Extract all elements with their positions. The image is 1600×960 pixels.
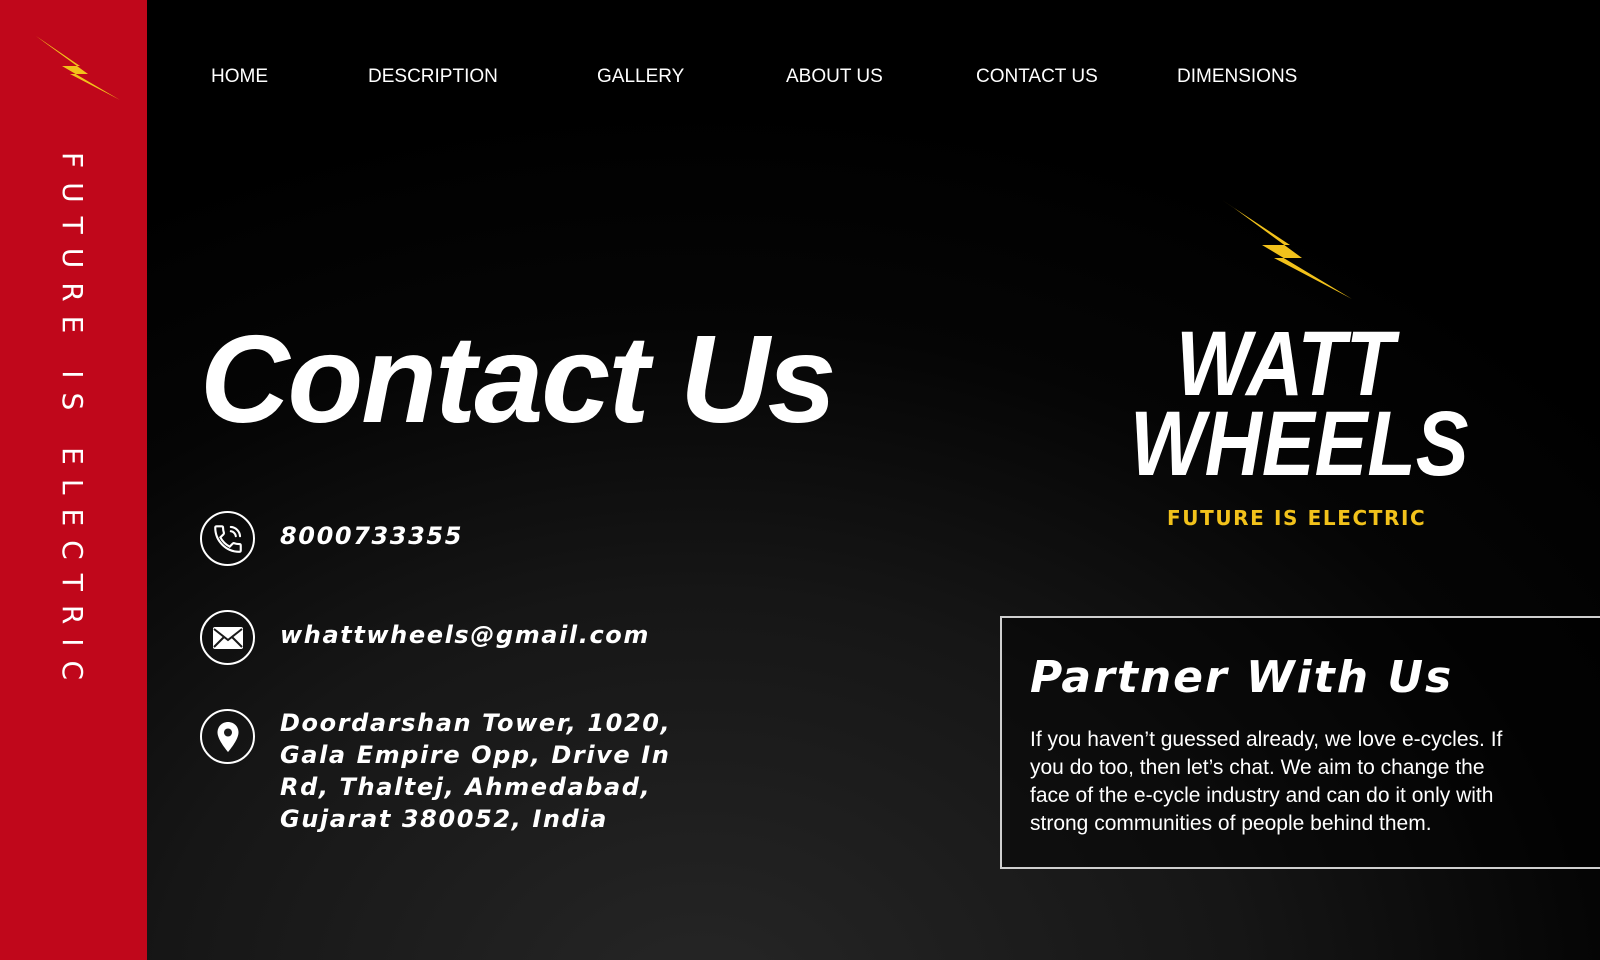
address-line: Doordarshan Tower, 1020, (280, 709, 672, 737)
nav-home[interactable]: HOME (211, 66, 268, 88)
nav-dimensions[interactable]: DIMENSIONS (1177, 66, 1297, 88)
sidebar: FUTURE IS ELECTRIC (0, 0, 147, 960)
lightning-bolt-icon (36, 36, 120, 100)
address-block: Doordarshan Tower, 1020, Gala Empire Opp… (280, 707, 671, 835)
logo-wordmark-line2: WHEELS (1130, 393, 1469, 495)
lightning-bolt-icon (1222, 200, 1352, 299)
contact-email[interactable]: whattwheels@gmail.com (200, 610, 650, 665)
partner-card: Partner With Us If you haven’t guessed a… (1000, 616, 1600, 869)
contact-address: Doordarshan Tower, 1020, Gala Empire Opp… (200, 709, 671, 835)
address-line: Gujarat 380052, India (280, 805, 608, 833)
page-title: Contact Us (200, 311, 837, 449)
partner-body: If you haven’t guessed already, we love … (1030, 728, 1503, 835)
email-address[interactable]: whattwheels@gmail.com (280, 610, 650, 651)
partner-heading: Partner With Us (1030, 652, 1454, 703)
nav-gallery[interactable]: GALLERY (597, 66, 684, 88)
logo-tagline: FUTURE IS ELECTRIC (1167, 506, 1427, 530)
address-line: Gala Empire Opp, Drive In (280, 741, 671, 769)
nav-about-us[interactable]: ABOUT US (786, 66, 883, 88)
mail-icon (200, 610, 255, 665)
sidebar-tagline: FUTURE IS ELECTRIC (56, 152, 89, 695)
nav-description[interactable]: DESCRIPTION (368, 66, 498, 88)
contact-phone[interactable]: 8000733355 (200, 511, 463, 566)
nav-contact-us[interactable]: CONTACT US (976, 66, 1098, 88)
address-line: Rd, Thaltej, Ahmedabad, (280, 773, 652, 801)
phone-number[interactable]: 8000733355 (280, 511, 463, 552)
phone-icon (200, 511, 255, 566)
location-pin-icon (200, 709, 255, 764)
